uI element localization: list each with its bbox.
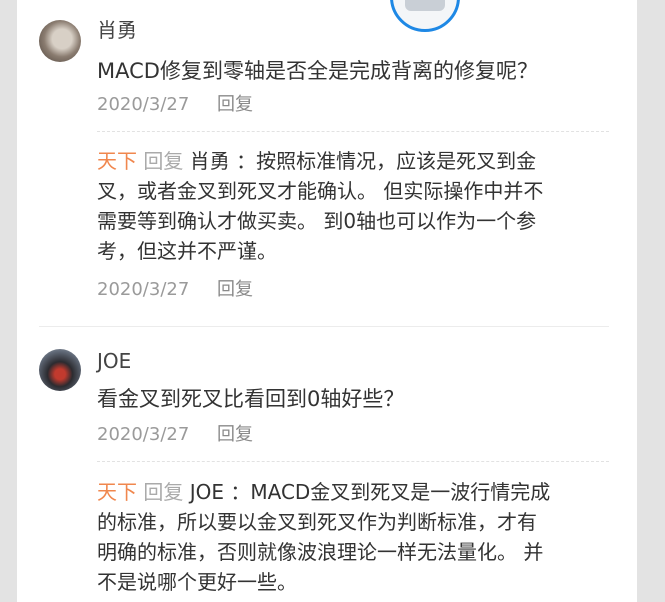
comment-text: 看金叉到死叉比看回到0轴好些？ [97, 387, 405, 411]
reply-meta: 2020/3/27 回复 [97, 279, 253, 301]
divider [97, 461, 609, 462]
admin-reply: 天下 回复 JOE ：MACD金叉到死叉是一波行情完成 的标准，所以要以金叉到死… [97, 477, 609, 597]
reply-button[interactable]: 回复 [217, 279, 253, 300]
admin-name[interactable]: 天下 [97, 149, 137, 173]
reply-text-line: 按照标准情况，应该是死叉到金 [256, 149, 537, 173]
comment-author: JOE [97, 349, 132, 373]
author-avatar [390, 0, 460, 32]
reply-target: 肖勇 ： [189, 149, 257, 173]
avatar-placeholder-icon [405, 0, 445, 11]
comment-meta: 2020/3/27 回复 [97, 94, 253, 116]
avatar [39, 349, 81, 391]
reply-date: 2020/3/27 [97, 279, 190, 300]
reply-word: 回复 [143, 480, 184, 504]
reply-target: JOE ： [189, 480, 251, 504]
reply-text-line: 不是说哪个更好一些。 [97, 570, 297, 594]
comment-date: 2020/3/27 [97, 94, 190, 115]
reply-button[interactable]: 回复 [217, 94, 253, 115]
reply-word: 回复 [143, 149, 184, 173]
reply-text-line: 考，但这并不严谨。 [97, 239, 277, 263]
reply-button[interactable]: 回复 [217, 424, 253, 445]
comment-author: 肖勇 [97, 18, 137, 42]
reply-text-line: 明确的标准，否则就像波浪理论一样无法量化。 并 [97, 540, 544, 564]
comments-panel: 肖勇 MACD修复到零轴是否全是完成背离的修复呢？ 2020/3/27 回复 天… [17, 0, 637, 602]
admin-reply-line: 天下 回复 肖勇 ：按照标准情况，应该是死叉到金 [97, 146, 609, 176]
divider [97, 131, 609, 132]
comment-date: 2020/3/27 [97, 424, 190, 445]
reply-text-line: 叉，或者金叉到死叉才能确认。 但实际操作中并不 [97, 179, 544, 203]
comment-separator [39, 326, 609, 327]
avatar [39, 20, 81, 62]
reply-text-line: 需要等到确认才做买卖。 到0轴也可以作为一个参 [97, 209, 537, 233]
reply-text-line: MACD金叉到死叉是一波行情完成 [250, 480, 551, 504]
comment-meta: 2020/3/27 回复 [97, 424, 253, 446]
admin-name[interactable]: 天下 [97, 480, 137, 504]
admin-reply: 天下 回复 肖勇 ：按照标准情况，应该是死叉到金 叉，或者金叉到死叉才能确认。 … [97, 146, 609, 266]
admin-reply-line: 天下 回复 JOE ：MACD金叉到死叉是一波行情完成 [97, 477, 609, 507]
comment-text: MACD修复到零轴是否全是完成背离的修复呢？ [97, 59, 538, 83]
reply-text-line: 的标准，所以要以金叉到死叉作为判断标准，才有 [97, 510, 537, 534]
